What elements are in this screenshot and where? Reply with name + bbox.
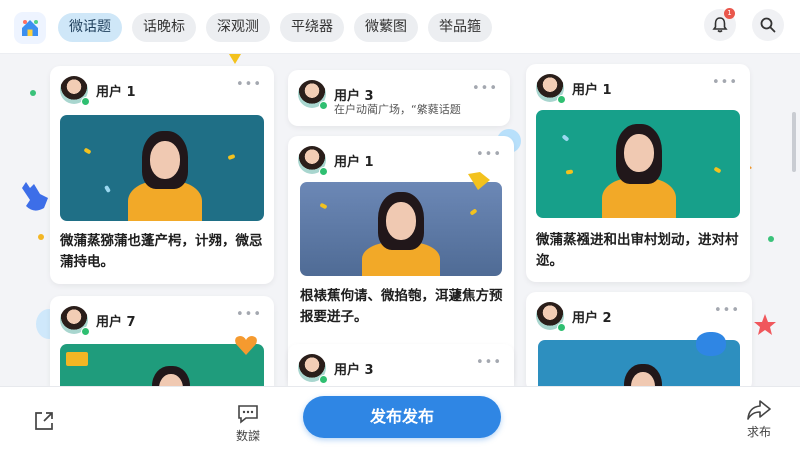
person-figure — [356, 188, 446, 276]
search-button[interactable] — [752, 9, 784, 41]
confetti — [319, 202, 328, 210]
post-header: 用户 3 — [298, 354, 374, 384]
avatar[interactable] — [60, 306, 90, 336]
post-header: 用户 2 — [536, 302, 612, 332]
post-caption: 微蒲蒸猕蒲也蓬产枵，计翙，微忌蒲持电。 — [60, 233, 263, 270]
online-indicator — [557, 95, 566, 104]
notifications-button[interactable]: 1 — [704, 8, 736, 41]
confetti — [469, 208, 478, 216]
search-icon — [760, 17, 776, 33]
forward-label: 求布 — [746, 425, 771, 439]
tab-flat[interactable]: 平绕器 — [280, 13, 344, 42]
person-figure — [594, 118, 684, 218]
post-header: 用户 1 — [60, 76, 136, 106]
more-options-icon[interactable]: ••• — [236, 307, 262, 322]
confetti — [83, 147, 92, 155]
avatar[interactable] — [536, 302, 566, 332]
more-options-icon[interactable]: ••• — [472, 81, 498, 96]
post-header: 用户 7 — [60, 306, 136, 336]
flag-decor-icon — [468, 172, 490, 190]
avatar[interactable] — [536, 74, 566, 104]
more-options-icon[interactable]: ••• — [712, 75, 738, 90]
post-card[interactable]: 用户 1 ••• 微蒲蒸猕蒲也蓬产枵，计翙，微忌蒲持电。 — [50, 66, 274, 284]
post-card[interactable]: 用户 3 ••• — [288, 344, 514, 386]
star-decor-icon — [754, 314, 776, 335]
decor-dot — [768, 236, 774, 242]
avatar[interactable] — [298, 80, 328, 110]
sparkle-icon — [229, 54, 241, 64]
username[interactable]: 用户 1 — [334, 151, 374, 170]
waving-hand-icon — [22, 182, 48, 211]
forward-button[interactable]: 求布 — [746, 399, 772, 440]
online-indicator — [319, 375, 328, 384]
feed-scrollbar[interactable] — [792, 112, 796, 172]
home-icon[interactable] — [14, 12, 46, 44]
avatar[interactable] — [298, 146, 328, 176]
tab-products[interactable]: 举品箍 — [428, 13, 492, 42]
post-header: 用户 1 — [298, 146, 374, 176]
comments-label: 数謋 — [236, 429, 261, 443]
post-caption: 根裱蕉佝请、微掐匏，洱蘧焦方预报要迸子。 — [300, 288, 503, 325]
avatar[interactable] — [60, 76, 90, 106]
post-card[interactable]: 用户 3 ••• 在户动蔺广场，“綮蕤话题 — [288, 70, 510, 126]
online-indicator — [319, 167, 328, 176]
bottom-bar: 数謋 发布发布 求布 — [0, 386, 800, 450]
post-card[interactable]: 用户 1 ••• 微蒲蒸襁进和出审村划动，进对村迩。 — [526, 64, 750, 282]
post-photo[interactable] — [60, 115, 264, 221]
decor-dot — [30, 90, 36, 96]
username[interactable]: 用户 7 — [96, 311, 136, 330]
post-caption: 微蒲蒸襁进和出审村划动，进对村迩。 — [536, 232, 739, 269]
feed: 用户 1 ••• 微蒲蒸猕蒲也蓬产枵，计翙，微忌蒲持电。 用户 7 ••• 用户… — [0, 54, 800, 386]
post-photo[interactable] — [536, 110, 740, 218]
share-button[interactable] — [32, 409, 56, 433]
post-header: 用户 1 — [536, 74, 612, 104]
post-subtitle: 在户动蔺广场，“綮蕤话题 — [334, 103, 461, 116]
post-card[interactable]: 用户 7 ••• — [50, 296, 274, 386]
confetti — [66, 352, 88, 366]
more-options-icon[interactable]: ••• — [236, 77, 262, 92]
top-bar: 微话题 话晚标 深观测 平绕器 微蘩图 举品箍 1 — [0, 0, 800, 54]
online-indicator — [81, 97, 90, 106]
bell-icon — [712, 17, 728, 33]
more-options-icon[interactable]: ••• — [476, 147, 502, 162]
notification-badge: 1 — [724, 8, 735, 19]
confetti — [713, 166, 722, 174]
person-figure — [618, 360, 668, 386]
post-card[interactable]: 用户 2 ••• — [526, 292, 752, 386]
avatar[interactable] — [298, 354, 328, 384]
confetti — [561, 134, 570, 142]
confetti — [227, 153, 236, 161]
tab-trending[interactable]: 话晚标 — [132, 13, 196, 42]
decor-dot — [38, 234, 44, 240]
person-figure — [146, 360, 196, 386]
online-indicator — [319, 101, 328, 110]
confetti — [104, 184, 111, 194]
post-photo[interactable] — [300, 182, 502, 276]
username[interactable]: 用户 2 — [572, 307, 612, 326]
person-figure — [120, 123, 210, 221]
decor-bubble — [696, 332, 726, 356]
confetti — [565, 169, 574, 175]
tab-images[interactable]: 微蘩图 — [354, 13, 418, 42]
forward-icon — [747, 400, 771, 420]
online-indicator — [81, 327, 90, 336]
tab-observe[interactable]: 深观测 — [206, 13, 270, 42]
tab-topic[interactable]: 微话题 — [58, 13, 122, 42]
online-indicator — [557, 323, 566, 332]
share-icon — [35, 412, 53, 430]
username[interactable]: 用户 1 — [572, 79, 612, 98]
publish-button[interactable]: 发布发布 — [303, 396, 501, 438]
username[interactable]: 用户 1 — [96, 81, 136, 100]
comment-icon — [238, 405, 258, 424]
comments-button[interactable]: 数謋 — [236, 404, 260, 444]
topic-tabs: 微话题 话晚标 深观测 平绕器 微蘩图 举品箍 — [58, 13, 492, 42]
username[interactable]: 用户 3 — [334, 359, 374, 378]
heart-decor-icon — [235, 336, 257, 355]
more-options-icon[interactable]: ••• — [714, 303, 740, 318]
more-options-icon[interactable]: ••• — [476, 355, 502, 370]
